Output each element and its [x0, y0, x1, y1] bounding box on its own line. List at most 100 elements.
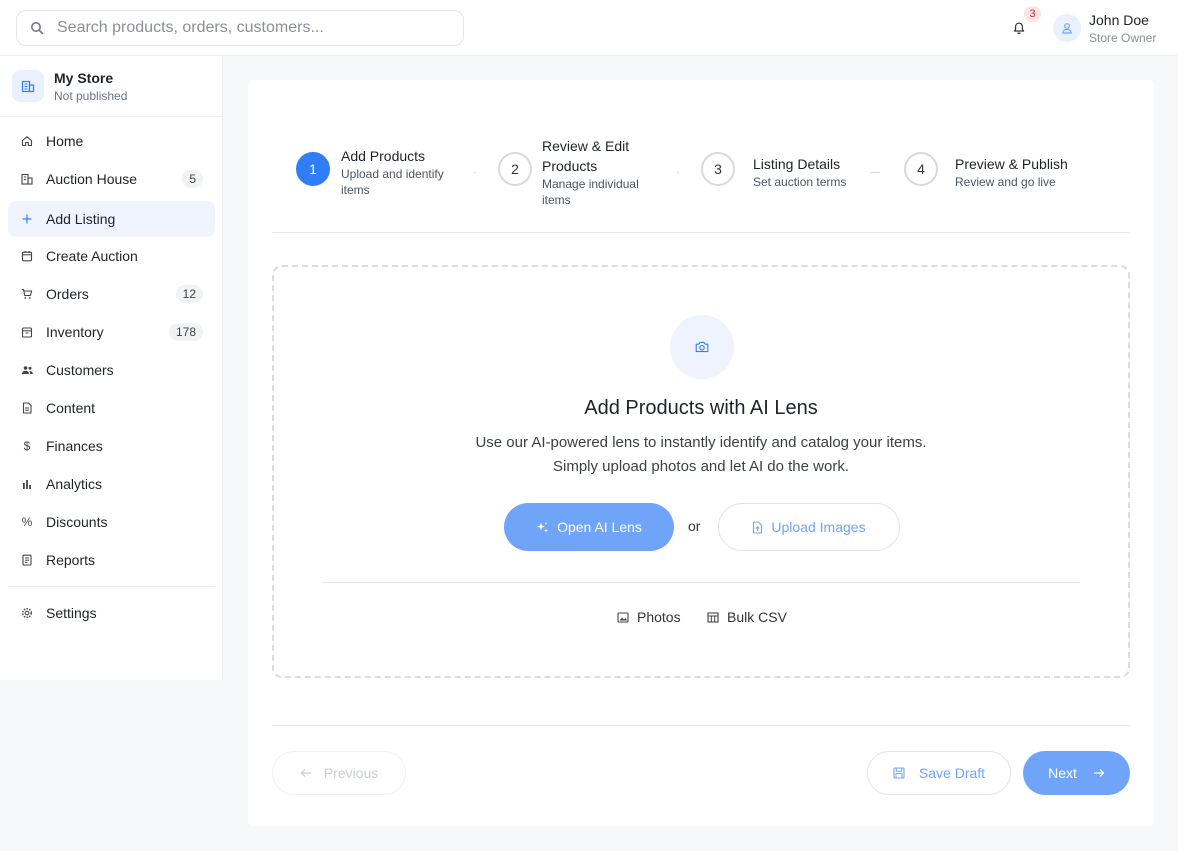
step-4-subtitle: Review and go live — [955, 175, 1056, 189]
user-name[interactable]: John Doe — [1089, 12, 1149, 28]
sidebar-item-finances[interactable]: $ Finances — [8, 428, 215, 464]
bulk-csv-option[interactable]: Bulk CSV — [707, 609, 787, 625]
document-icon — [8, 402, 46, 414]
upload-dropzone[interactable]: Add Products with AI Lens Use our AI-pow… — [272, 265, 1130, 678]
sidebar-item-label: Add Listing — [46, 211, 116, 227]
arrow-right-icon — [1093, 769, 1105, 777]
photos-option[interactable]: Photos — [617, 609, 681, 625]
sidebar-item-label: Settings — [46, 605, 97, 621]
dropzone-divider — [322, 582, 1080, 583]
top-bar: 3 John Doe Store Owner — [0, 0, 1178, 56]
step-connector — [870, 172, 880, 173]
store-status: Not published — [54, 89, 128, 103]
table-icon — [707, 611, 719, 623]
avatar[interactable] — [1053, 14, 1081, 42]
sidebar-item-label: Discounts — [46, 514, 108, 530]
next-label: Next — [1048, 765, 1077, 781]
next-button[interactable]: Next — [1023, 751, 1130, 795]
upload-images-button[interactable]: Upload Images — [718, 503, 900, 551]
count-badge: 12 — [175, 285, 203, 303]
sidebar-item-reports[interactable]: Reports — [8, 542, 215, 578]
open-ai-lens-label: Open AI Lens — [557, 519, 642, 535]
save-draft-button[interactable]: Save Draft — [867, 751, 1011, 795]
search-box[interactable] — [16, 10, 464, 46]
users-icon — [8, 364, 46, 376]
step-3-title: Listing Details — [753, 156, 841, 172]
plus-icon — [8, 213, 46, 225]
calendar-icon — [8, 250, 46, 262]
user-role: Store Owner — [1089, 31, 1157, 45]
sidebar: My Store Not published Home Auction Hous… — [0, 56, 223, 680]
step-1-subtitle: Upload and identify items — [341, 167, 444, 197]
dropzone-title: Add Products with AI Lens — [584, 397, 818, 419]
image-icon — [617, 611, 629, 623]
previous-label: Previous — [323, 765, 379, 781]
step-4-circle[interactable]: 4 — [904, 152, 938, 186]
or-separator: or — [688, 518, 701, 534]
building-icon — [8, 173, 46, 185]
sidebar-item-label: Customers — [46, 362, 114, 378]
sidebar-item-add-listing[interactable]: Add Listing — [8, 201, 215, 237]
count-badge: 5 — [182, 170, 203, 188]
step-1-title: Add Products — [341, 148, 426, 164]
bell-icon — [1013, 22, 1025, 34]
save-draft-label: Save Draft — [918, 765, 986, 781]
sidebar-item-content[interactable]: Content — [8, 390, 215, 426]
step-2-title: Review & Edit Products — [542, 138, 630, 174]
sidebar-item-label: Home — [46, 133, 84, 149]
step-connector — [474, 172, 476, 173]
previous-button[interactable]: Previous — [272, 751, 406, 795]
sidebar-item-label: Orders — [46, 286, 89, 302]
search-input[interactable] — [57, 19, 447, 37]
sidebar-item-settings[interactable]: Settings — [8, 595, 215, 631]
store-building-icon — [12, 70, 44, 102]
add-listing-card: 1 Add Products Upload and identify items… — [248, 80, 1154, 826]
step-2-circle[interactable]: 2 — [498, 152, 532, 186]
save-icon — [893, 767, 905, 779]
sidebar-item-create-auction[interactable]: Create Auction — [8, 238, 215, 274]
percent-icon: % — [21, 515, 33, 529]
dollar-icon: $ — [23, 439, 31, 453]
notification-count-badge: 3 — [1024, 6, 1041, 22]
sidebar-item-orders[interactable]: Orders 12 — [8, 276, 215, 312]
sidebar-item-inventory[interactable]: Inventory 178 — [8, 314, 215, 350]
arrow-left-icon — [300, 769, 311, 777]
step-3-circle[interactable]: 3 — [701, 152, 735, 186]
sidebar-item-auction-house[interactable]: Auction House 5 — [8, 161, 215, 197]
bar-chart-icon — [8, 478, 46, 490]
box-icon — [8, 326, 46, 338]
user-icon — [1062, 23, 1072, 34]
cart-icon — [8, 288, 46, 300]
open-ai-lens-button[interactable]: Open AI Lens — [504, 503, 674, 551]
step-4-title: Preview & Publish — [955, 156, 1068, 172]
step-connector — [677, 172, 679, 173]
sidebar-item-label: Auction House — [46, 171, 138, 187]
sidebar-item-label: Analytics — [46, 476, 103, 492]
sidebar-item-label: Finances — [46, 438, 103, 454]
photos-label: Photos — [637, 609, 681, 625]
sparkle-icon — [537, 521, 549, 532]
upload-images-label: Upload Images — [771, 519, 866, 535]
sidebar-item-analytics[interactable]: Analytics — [8, 466, 215, 502]
sidebar-item-discounts[interactable]: % Discounts — [8, 504, 215, 540]
sidebar-item-home[interactable]: Home — [8, 123, 215, 159]
step-3-subtitle: Set auction terms — [753, 175, 847, 189]
search-icon — [17, 21, 57, 35]
count-badge: 178 — [168, 323, 203, 341]
dropzone-description: Use our AI-powered lens to instantly ide… — [475, 434, 927, 475]
sidebar-item-customers[interactable]: Customers — [8, 352, 215, 388]
sidebar-divider — [8, 586, 215, 587]
stepper-divider — [272, 232, 1130, 233]
report-icon — [8, 554, 46, 566]
footer-divider — [272, 725, 1130, 726]
store-name: My Store — [54, 70, 114, 86]
home-icon — [8, 135, 46, 147]
step-1-circle[interactable]: 1 — [296, 152, 330, 186]
bulk-csv-label: Bulk CSV — [727, 609, 787, 625]
gear-icon — [8, 607, 46, 619]
store-switcher[interactable]: My Store Not published — [0, 56, 222, 117]
camera-icon — [670, 315, 734, 379]
sidebar-item-label: Reports — [46, 552, 96, 568]
sidebar-item-label: Inventory — [46, 324, 104, 340]
sidebar-item-label: Create Auction — [46, 248, 138, 264]
